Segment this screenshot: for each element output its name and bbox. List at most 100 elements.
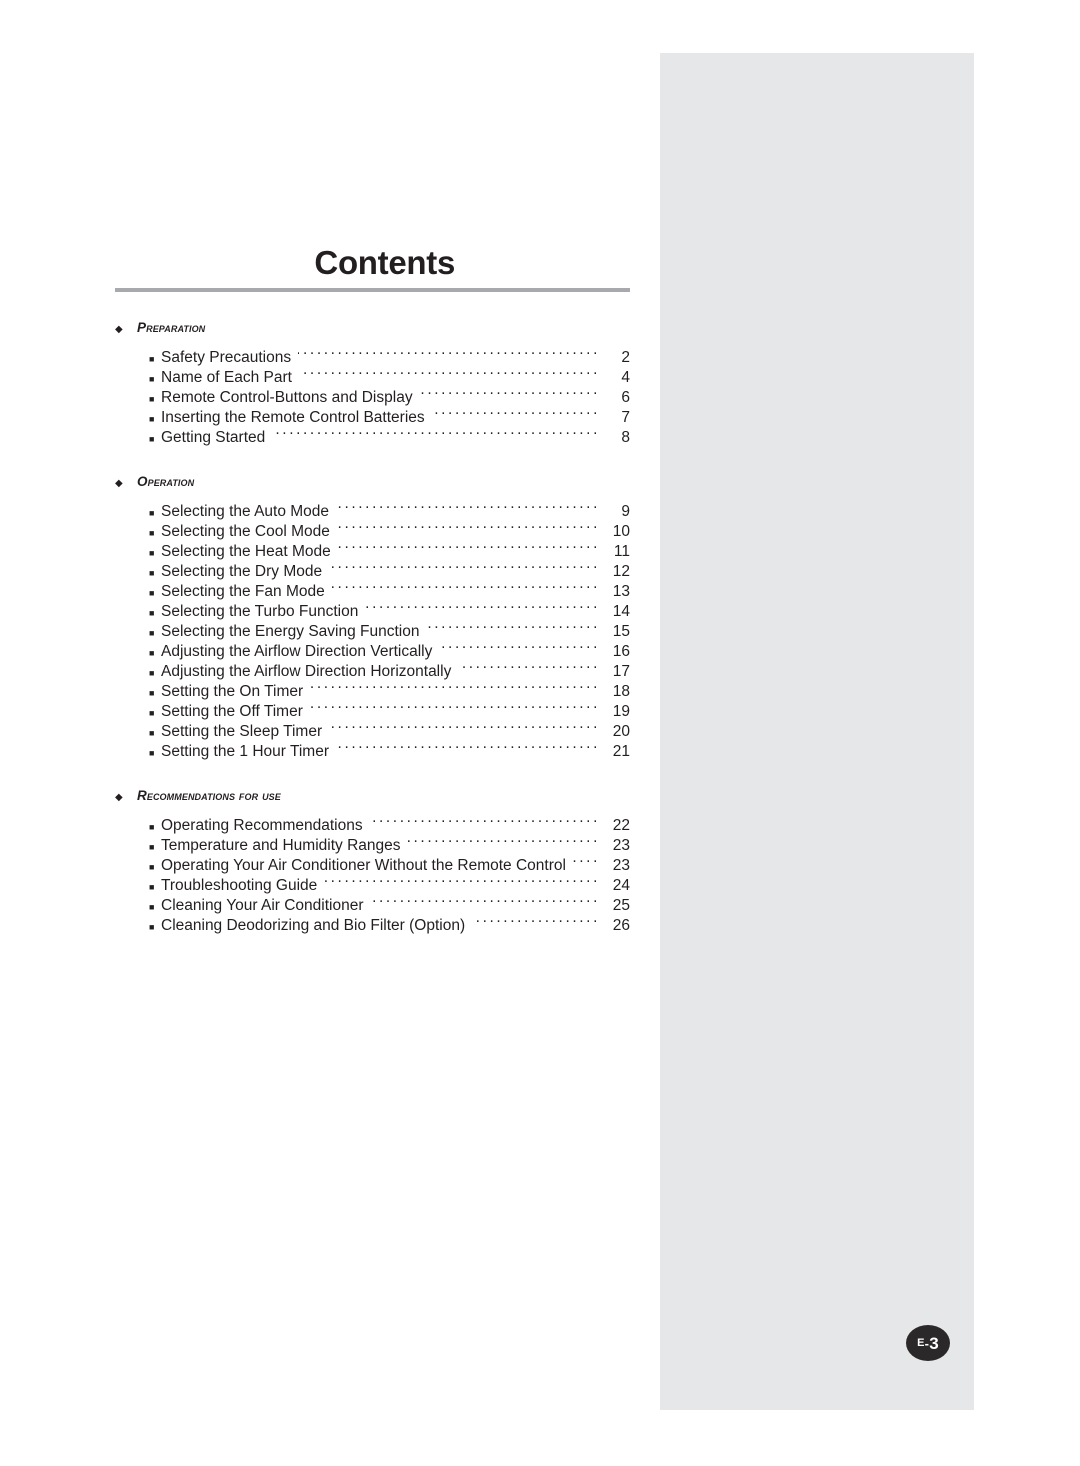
dot-leader (573, 850, 600, 870)
dot-leader (439, 636, 600, 656)
toc-entry-label: Selecting the Turbo Function (161, 603, 359, 620)
square-bullet-icon: ■ (149, 588, 155, 598)
toc-entry-page-number: 4 (621, 369, 630, 386)
toc-entry-label: Setting the 1 Hour Timer (161, 743, 329, 760)
toc-entry-label: Temperature and Humidity Ranges (161, 837, 401, 854)
square-bullet-icon: ■ (149, 862, 155, 872)
table-of-contents: Contents ◆ Preparation ■ Safety Precautions… (115, 243, 630, 934)
dot-leader (272, 422, 600, 442)
square-bullet-icon: ■ (149, 902, 155, 912)
toc-entry-label: Selecting the Heat Mode (161, 543, 331, 560)
toc-entry-label: Selecting the Dry Mode (161, 563, 323, 580)
toc-entry-page-number: 12 (612, 563, 630, 580)
toc-entry-page-number: 14 (612, 603, 630, 620)
toc-entry-page-number: 16 (612, 643, 630, 660)
square-bullet-icon: ■ (149, 922, 155, 932)
square-bullet-icon: ■ (149, 668, 155, 678)
square-bullet-icon: ■ (149, 528, 155, 538)
toc-entry-label: Setting the On Timer (161, 683, 304, 700)
dot-leader (336, 736, 600, 756)
toc-section-list: ◆ Preparation ■ Safety Precautions 2 ■ Name of… (115, 319, 630, 934)
toc-section: ◆ Recommendations for use ■ Operating Recom… (115, 787, 630, 934)
square-bullet-icon: ■ (149, 394, 155, 404)
toc-entry-page-number: 7 (621, 409, 630, 426)
toc-entry-page-number: 6 (621, 389, 630, 406)
dot-leader (338, 536, 600, 556)
dot-leader (329, 716, 600, 736)
page-number-badge: E - 3 (906, 1325, 950, 1361)
toc-section: ◆ Operation ■ Selecting the Auto Mode 9 ■ Sele… (115, 473, 630, 760)
dot-leader (365, 596, 600, 616)
toc-section-header: ◆ Operation (115, 473, 630, 493)
toc-entry-label: Safety Precautions (161, 349, 292, 366)
toc-section-header: ◆ Preparation (115, 319, 630, 339)
square-bullet-icon: ■ (149, 708, 155, 718)
dot-leader (432, 402, 600, 422)
dot-leader (371, 890, 601, 910)
toc-entry-page-number: 17 (612, 663, 630, 680)
toc-entry-page-number: 23 (612, 837, 630, 854)
toc-entry-label: Getting Started (161, 429, 266, 446)
toc-entry-page-number: 19 (612, 703, 630, 720)
dot-leader (472, 910, 600, 930)
toc-entry-label: Selecting the Fan Mode (161, 583, 325, 600)
square-bullet-icon: ■ (149, 568, 155, 578)
toc-entry-label: Remote Control‑Buttons and Display (161, 389, 413, 406)
square-bullet-icon: ■ (149, 822, 155, 832)
toc-section-title: Recommendations for use (137, 788, 281, 803)
toc-section-title: Preparation (137, 320, 206, 335)
dot-leader (337, 516, 600, 536)
dot-leader (310, 676, 600, 696)
square-bullet-icon: ■ (149, 648, 155, 658)
dot-leader (299, 362, 600, 382)
square-bullet-icon: ■ (149, 728, 155, 738)
dot-leader (370, 810, 600, 830)
toc-entry-label: Setting the Off Timer (161, 703, 303, 720)
toc-entry-label: Cleaning Your Air Conditioner (161, 897, 364, 914)
toc-entry-label: Setting the Sleep Timer (161, 723, 323, 740)
diamond-bullet-icon: ◆ (115, 478, 123, 489)
toc-entry-label: Cleaning Deodorizing and Bio Filter (Opt… (161, 917, 466, 934)
toc-entry-page-number: 21 (612, 743, 630, 760)
title-divider (115, 288, 630, 292)
dot-leader (408, 830, 600, 850)
toc-entry-page-number: 15 (612, 623, 630, 640)
toc-entry-page-number: 11 (613, 543, 630, 560)
toc-entry[interactable]: ■ Safety Precautions 2 (115, 342, 630, 366)
square-bullet-icon: ■ (149, 608, 155, 618)
toc-entry[interactable]: ■ Selecting the Auto Mode 9 (115, 496, 630, 520)
diamond-bullet-icon: ◆ (115, 324, 123, 335)
square-bullet-icon: ■ (149, 842, 155, 852)
toc-entry-page-number: 26 (612, 917, 630, 934)
toc-entry-label: Selecting the Auto Mode (161, 503, 330, 520)
toc-entry-page-number: 13 (612, 583, 630, 600)
dot-leader (324, 870, 600, 890)
square-bullet-icon: ■ (149, 688, 155, 698)
toc-entry-page-number: 22 (612, 817, 630, 834)
toc-entry[interactable]: ■ Operating Recommendations 22 (115, 810, 630, 834)
dot-leader (336, 496, 600, 516)
toc-entry-page-number: 20 (612, 723, 630, 740)
toc-entry-page-number: 8 (621, 429, 630, 446)
toc-entry-label: Name of Each Part (161, 369, 292, 386)
square-bullet-icon: ■ (149, 354, 155, 364)
page-badge-number: 3 (929, 1333, 939, 1353)
dot-leader (310, 696, 600, 716)
dot-leader (332, 576, 600, 596)
toc-section-header: ◆ Recommendations for use (115, 787, 630, 807)
toc-section: ◆ Preparation ■ Safety Precautions 2 ■ Name of… (115, 319, 630, 446)
square-bullet-icon: ■ (149, 882, 155, 892)
toc-entry-page-number: 18 (612, 683, 630, 700)
diamond-bullet-icon: ◆ (115, 792, 123, 803)
toc-entry-page-number: 2 (621, 349, 630, 366)
square-bullet-icon: ■ (149, 628, 155, 638)
toc-entry-page-number: 9 (621, 503, 630, 520)
square-bullet-icon: ■ (149, 374, 155, 384)
dot-leader (458, 656, 600, 676)
dot-leader (420, 382, 600, 402)
toc-section-title: Operation (137, 474, 195, 489)
page-title: Contents (314, 244, 455, 281)
side-decoration-panel (660, 53, 974, 1410)
square-bullet-icon: ■ (149, 748, 155, 758)
square-bullet-icon: ■ (149, 414, 155, 424)
